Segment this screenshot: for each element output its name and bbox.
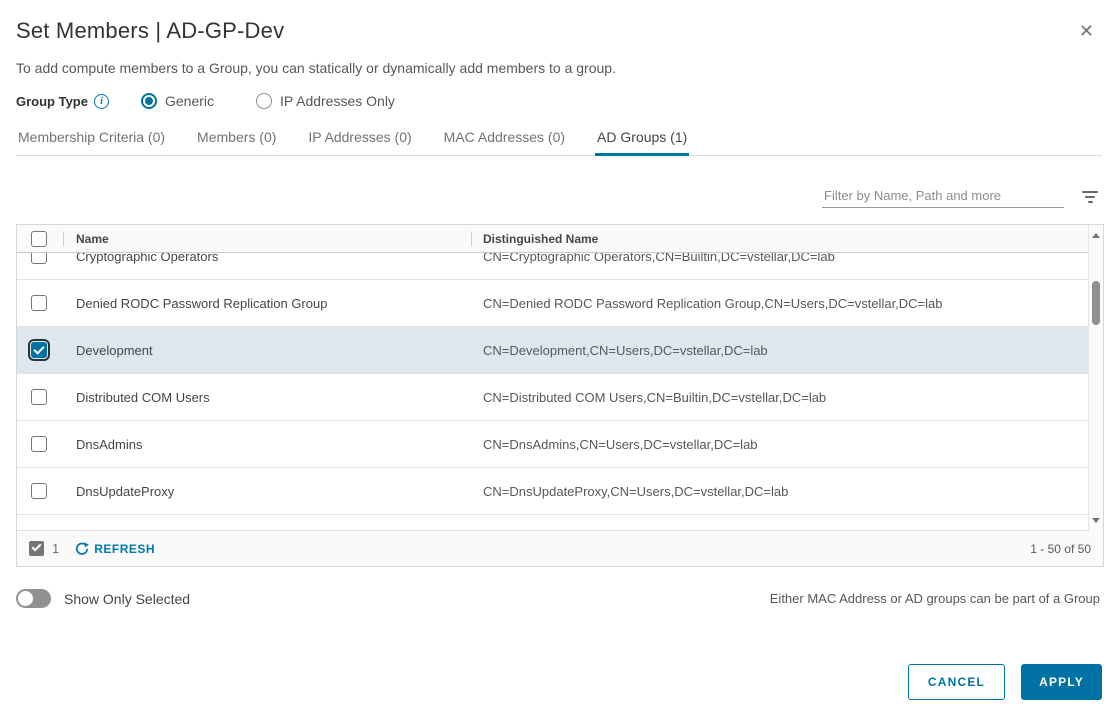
radio-option[interactable]: Generic (140, 93, 215, 109)
toggle-pill[interactable] (16, 589, 51, 608)
row-name: Denied RODC Password Replication Group (76, 295, 328, 311)
table-row[interactable]: Cryptographic Operators CN=Cryptographic… (17, 253, 1103, 280)
ad-groups-table: Name Distinguished Name Cryptographic Op… (16, 224, 1104, 567)
refresh-icon (76, 542, 90, 555)
tab-bar: Membership Criteria (0) Members (0) IP A… (16, 125, 1102, 156)
dialog-subtitle: To add compute members to a Group, you c… (16, 60, 616, 76)
show-only-selected-toggle[interactable]: Show Only Selected (16, 589, 190, 608)
row-distinguished-name: CN=Development,CN=Users,DC=vstellar,DC=l… (483, 342, 768, 358)
group-type-radio-group: Generic IP Addresses Only (140, 93, 437, 109)
dialog-title: Set Members | AD-GP-Dev (16, 18, 285, 43)
tab-ad-groups-1[interactable]: AD Groups (1) (595, 125, 690, 156)
apply-button[interactable]: APPLY (1021, 664, 1102, 700)
group-type-label: Group Type (16, 93, 88, 109)
row-name: DnsAdmins (76, 436, 143, 452)
tab-membership-criteria-0[interactable]: Membership Criteria (0) (16, 125, 167, 155)
refresh-label: REFRESH (94, 541, 156, 556)
row-distinguished-name: CN=Cryptographic Operators,CN=Builtin,DC… (483, 253, 835, 264)
refresh-button[interactable]: REFRESH (75, 542, 155, 556)
filter-row (16, 186, 1102, 208)
row-distinguished-name: CN=Distributed COM Users,CN=Builtin,DC=v… (483, 389, 827, 405)
pagination-range: 1 - 50 of 50 (1030, 541, 1091, 556)
selected-count: 1 (52, 541, 60, 556)
table-row[interactable]: DnsAdmins CN=DnsAdmins,CN=Users,DC=vstel… (17, 421, 1103, 468)
scroll-up-icon[interactable] (1092, 233, 1100, 238)
filter-icon[interactable] (1082, 190, 1098, 205)
radio-icon (140, 93, 157, 109)
scroll-down-icon[interactable] (1092, 518, 1100, 523)
radio-option[interactable]: IP Addresses Only (256, 93, 395, 109)
tab-mac-addresses-0[interactable]: MAC Addresses (0) (442, 125, 567, 155)
radio-label: Generic (164, 93, 215, 109)
row-name: Development (76, 342, 153, 358)
table-row[interactable]: Distributed COM Users CN=Distributed COM… (17, 374, 1103, 421)
column-header-name[interactable]: Name (63, 232, 471, 246)
select-all-checkbox[interactable] (31, 230, 47, 247)
row-name: DnsUpdateProxy (76, 483, 175, 499)
tab-members-0[interactable]: Members (0) (195, 125, 278, 155)
radio-icon (256, 93, 273, 109)
column-header-distinguished-name[interactable]: Distinguished Name (471, 232, 1103, 246)
row-checkbox[interactable] (31, 436, 47, 452)
dialog-actions: CANCEL APPLY (907, 664, 1102, 700)
group-type-row: Group Type i Generic IP Addresses Only (16, 93, 1102, 109)
row-checkbox[interactable] (31, 253, 47, 264)
bottom-row: Show Only Selected Either MAC Address or… (16, 589, 1102, 608)
toggle-label: Show Only Selected (64, 590, 191, 607)
row-distinguished-name: CN=Denied RODC Password Replication Grou… (483, 295, 943, 311)
selected-count-checkbox (29, 541, 44, 556)
tab-ip-addresses-0[interactable]: IP Addresses (0) (306, 125, 413, 155)
table-footer: 1 REFRESH 1 - 50 of 50 (17, 530, 1103, 566)
cancel-button[interactable]: CANCEL (907, 664, 1006, 700)
info-icon[interactable]: i (93, 93, 109, 109)
row-distinguished-name: CN=DnsUpdateProxy,CN=Users,DC=vstellar,D… (483, 483, 789, 499)
row-checkbox[interactable] (28, 339, 50, 361)
filter-input[interactable] (822, 186, 1064, 208)
row-checkbox[interactable] (31, 483, 47, 499)
scrollbar-thumb[interactable] (1092, 281, 1100, 325)
row-distinguished-name: CN=DnsAdmins,CN=Users,DC=vstellar,DC=lab (483, 436, 758, 452)
close-icon[interactable]: ✕ (1079, 22, 1094, 40)
set-members-dialog: Set Members | AD-GP-Dev ✕ To add compute… (0, 0, 1120, 714)
vertical-scrollbar[interactable] (1088, 225, 1103, 531)
group-membership-note: Either MAC Address or AD groups can be p… (769, 591, 1100, 606)
table-row[interactable]: DnsUpdateProxy CN=DnsUpdateProxy,CN=User… (17, 468, 1103, 515)
table-body: Cryptographic Operators CN=Cryptographic… (17, 253, 1103, 530)
row-checkbox[interactable] (31, 389, 47, 405)
row-checkbox[interactable] (31, 295, 47, 311)
radio-label: IP Addresses Only (280, 93, 395, 109)
table-header-row: Name Distinguished Name (17, 225, 1103, 253)
table-row[interactable]: Development CN=Development,CN=Users,DC=v… (17, 327, 1103, 374)
row-name: Cryptographic Operators (76, 253, 219, 264)
row-name: Distributed COM Users (76, 389, 210, 405)
table-row[interactable]: Denied RODC Password Replication Group C… (17, 280, 1103, 327)
